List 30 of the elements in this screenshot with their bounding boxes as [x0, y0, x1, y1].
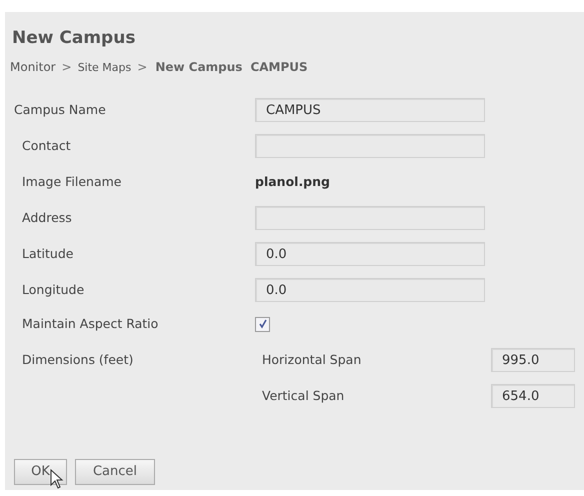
span-label: Vertical Span: [261, 386, 346, 405]
input-field[interactable]: CAMPUS: [255, 98, 485, 122]
input-field[interactable]: 0.0: [255, 242, 485, 266]
field-label: Campus Name: [13, 100, 107, 119]
breadcrumb-link[interactable]: Site Maps: [78, 60, 132, 76]
input-field[interactable]: 0.0: [255, 278, 485, 302]
span-field[interactable]: 995.0: [491, 348, 575, 372]
breadcrumb-separator: >: [62, 59, 72, 76]
field-label: Longitude: [21, 280, 86, 299]
input-field[interactable]: [255, 134, 485, 158]
page-title: New Campus: [12, 27, 136, 50]
checkbox[interactable]: [255, 316, 270, 332]
span-field[interactable]: 654.0: [491, 384, 575, 408]
field-label: Image Filename: [21, 172, 122, 191]
cursor-icon: [50, 469, 64, 489]
breadcrumb-link[interactable]: Monitor: [10, 58, 56, 76]
ok-button[interactable]: OK: [14, 459, 67, 485]
cancel-button[interactable]: Cancel: [75, 459, 155, 485]
field-label: Maintain Aspect Ratio: [21, 314, 160, 333]
field-label: Dimensions (feet): [21, 351, 134, 369]
span-label: Horizontal Span: [261, 350, 362, 369]
breadcrumb-current: New Campus: [155, 59, 242, 76]
input-field[interactable]: [255, 206, 485, 230]
field-label: Contact: [21, 136, 72, 155]
field-label: Address: [21, 208, 73, 227]
filename-text: planol.png: [255, 172, 330, 191]
breadcrumb-separator: >: [137, 59, 148, 76]
checkmark-icon: [258, 319, 268, 329]
field-label: Latitude: [21, 244, 74, 263]
breadcrumb-current: CAMPUS: [250, 59, 308, 76]
